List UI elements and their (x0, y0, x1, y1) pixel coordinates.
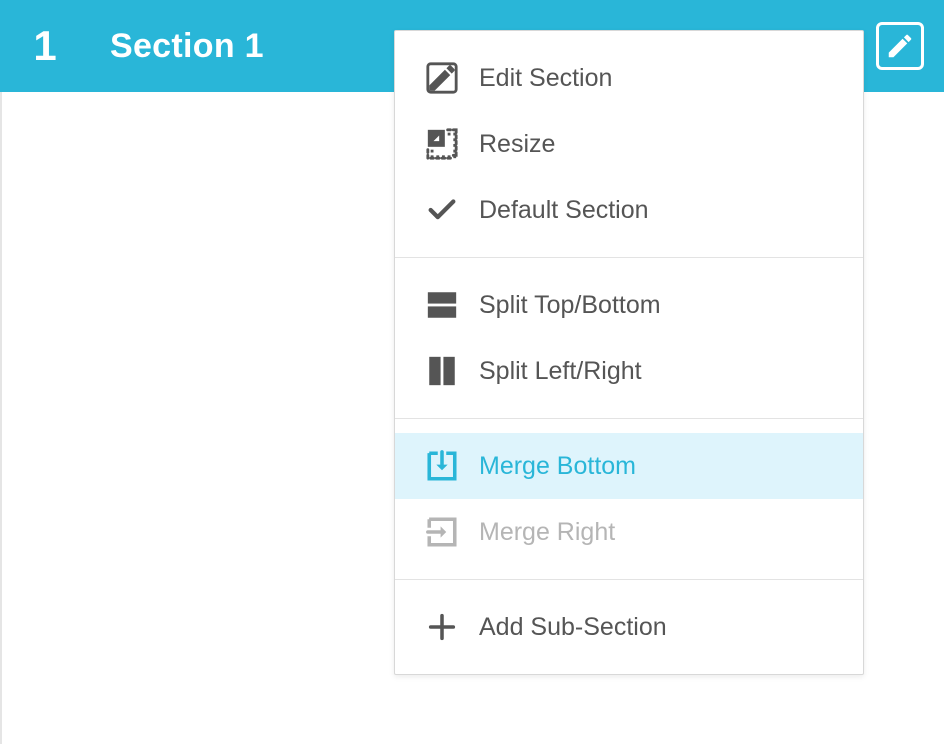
menu-item-merge-right: Merge Right (395, 499, 863, 565)
menu-group-add: Add Sub-Section (395, 579, 863, 674)
edit-section-button[interactable] (876, 22, 924, 70)
menu-label: Resize (479, 130, 555, 159)
split-vertical-icon (425, 354, 459, 388)
menu-label: Default Section (479, 196, 649, 225)
menu-item-split-left-right[interactable]: Split Left/Right (395, 338, 863, 404)
menu-group-edit: Edit Section Resize Default Section (395, 31, 863, 257)
menu-label: Add Sub-Section (479, 613, 667, 642)
menu-label: Split Left/Right (479, 357, 642, 386)
resize-icon (425, 127, 459, 161)
plus-icon (425, 610, 459, 644)
pencil-icon (885, 31, 915, 61)
section-title: Section 1 (110, 27, 264, 66)
menu-item-default-section[interactable]: Default Section (395, 177, 863, 243)
menu-item-merge-bottom[interactable]: Merge Bottom (395, 433, 863, 499)
menu-label: Merge Right (479, 518, 615, 547)
menu-item-add-sub-section[interactable]: Add Sub-Section (395, 594, 863, 660)
menu-label: Edit Section (479, 64, 612, 93)
merge-bottom-icon (425, 449, 459, 483)
menu-group-merge: Merge Bottom Merge Right (395, 418, 863, 579)
edit-icon (425, 61, 459, 95)
check-icon (425, 193, 459, 227)
menu-item-resize[interactable]: Resize (395, 111, 863, 177)
menu-label: Merge Bottom (479, 452, 636, 481)
content-area: Edit Section Resize Default Section (0, 92, 944, 744)
merge-right-icon (425, 515, 459, 549)
menu-item-edit-section[interactable]: Edit Section (395, 45, 863, 111)
section-number: 1 (20, 22, 70, 70)
menu-label: Split Top/Bottom (479, 291, 661, 320)
menu-item-split-top-bottom[interactable]: Split Top/Bottom (395, 272, 863, 338)
split-horizontal-icon (425, 288, 459, 322)
menu-group-split: Split Top/Bottom Split Left/Right (395, 257, 863, 418)
section-context-menu: Edit Section Resize Default Section (394, 30, 864, 675)
